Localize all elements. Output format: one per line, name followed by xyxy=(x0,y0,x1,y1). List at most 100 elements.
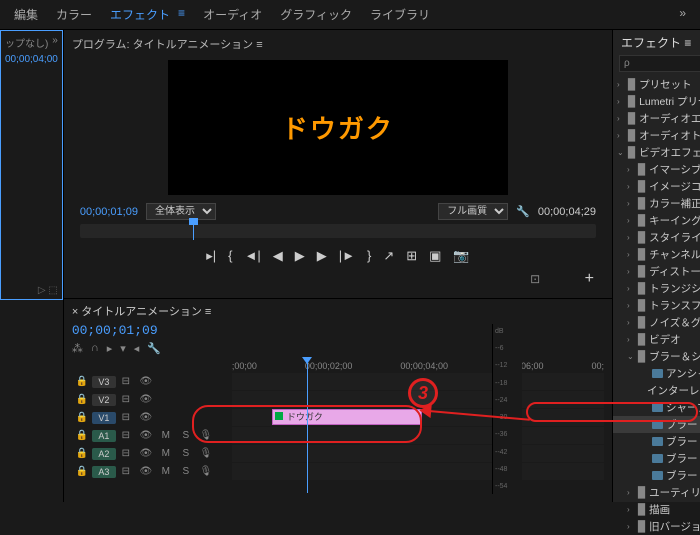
track-visibility[interactable]: 👁 xyxy=(136,394,156,405)
lock-icon[interactable]: 🔒 xyxy=(72,448,92,459)
effects-tree-item[interactable]: ›▉ユーティリティ xyxy=(613,484,700,501)
transport-button[interactable]: ⊞ xyxy=(406,248,417,264)
program-monitor[interactable]: ドウガク xyxy=(168,60,508,195)
chevron-icon[interactable]: › xyxy=(627,250,635,259)
lock-icon[interactable]: 🔒 xyxy=(72,376,92,387)
track-label[interactable]: V1 xyxy=(92,412,116,424)
chevron-icon[interactable]: › xyxy=(627,216,635,225)
chevron-icon[interactable]: › xyxy=(627,522,635,531)
solo-icon[interactable]: S xyxy=(176,466,196,477)
track-toggle[interactable]: ⊟ xyxy=(116,412,136,423)
timeline-ruler[interactable]: ;00;0000;00;02;0000;00;04;0000;00;06;000… xyxy=(72,361,604,371)
transport-button[interactable]: ↗ xyxy=(383,248,394,264)
effects-tree-item[interactable]: ブラー (チャンネル) xyxy=(613,433,700,450)
effects-tree-item[interactable]: ›▉カラー補正 xyxy=(613,195,700,212)
workspace-tab[interactable]: エフェクト xyxy=(110,6,170,23)
program-scrubber[interactable] xyxy=(80,224,596,238)
workspace-tab[interactable]: グラフィック xyxy=(280,6,352,23)
transport-button[interactable]: ▶ xyxy=(295,248,305,264)
track-label[interactable]: A1 xyxy=(92,430,116,442)
effects-tree-item[interactable]: アンシャープマスク xyxy=(613,365,700,382)
effects-tree-item[interactable]: ›▉オーディオトランジション xyxy=(613,127,700,144)
effects-tree-item[interactable]: ›▉ノイズ＆グレイン xyxy=(613,314,700,331)
chevron-icon[interactable]: › xyxy=(627,284,635,293)
mute-icon[interactable]: M xyxy=(156,448,176,459)
timeline-tc[interactable]: 00;00;01;09 xyxy=(72,323,604,338)
effects-search-input[interactable]: ρ xyxy=(619,55,700,72)
effects-tree-item[interactable]: ›▉チャンネル xyxy=(613,246,700,263)
effects-tree-item[interactable]: ブラー (合成) xyxy=(613,450,700,467)
transport-button[interactable]: 📷 xyxy=(453,248,469,264)
track-label[interactable]: A2 xyxy=(92,448,116,460)
mic-icon[interactable]: 🎙 xyxy=(196,448,216,459)
track-toggle[interactable]: ⊟ xyxy=(116,394,136,405)
transport-button[interactable]: ◀ xyxy=(273,248,283,264)
effects-tree-item[interactable]: ›▉イメージコントロール xyxy=(613,178,700,195)
track-toggle[interactable]: ⊟ xyxy=(116,376,136,387)
workspace-tab[interactable]: 編集 xyxy=(14,6,38,23)
lock-icon[interactable]: 🔒 xyxy=(72,394,92,405)
effects-tree-item[interactable]: ›▉トランスフォーム xyxy=(613,297,700,314)
timeline-title[interactable]: × タイトルアニメーション ≡ xyxy=(72,303,604,319)
quality-select[interactable]: フル画質 xyxy=(438,203,508,220)
mute-icon[interactable]: M xyxy=(156,466,176,477)
lock-icon[interactable]: 🔒 xyxy=(72,430,92,441)
tab-menu-icon[interactable]: ≡ xyxy=(178,6,185,23)
chevron-icon[interactable]: › xyxy=(627,488,635,497)
effects-tree-item[interactable]: ›▉プリセット xyxy=(613,76,700,93)
effects-tree-item[interactable]: ›▉Lumetri プリセット xyxy=(613,93,700,110)
effects-tree-item[interactable]: シャープ xyxy=(613,399,700,416)
workspace-tab[interactable]: カラー xyxy=(56,6,92,23)
effects-tree-item[interactable]: ›▉キーイング xyxy=(613,212,700,229)
solo-icon[interactable]: S xyxy=(176,448,196,459)
track-toggle[interactable]: ⊟ xyxy=(116,466,136,477)
overflow-icon[interactable]: » xyxy=(679,6,686,23)
track-visibility[interactable]: 👁 xyxy=(136,376,156,387)
chevron-icon[interactable]: › xyxy=(617,114,625,123)
effects-tree-item[interactable]: ›▉イマーシブビデオ xyxy=(613,161,700,178)
chevron-icon[interactable]: › xyxy=(627,199,635,208)
track-label[interactable]: V2 xyxy=(92,394,116,406)
timeline-tools[interactable]: ⁂∩▸▾◂🔧 xyxy=(72,342,604,355)
transport-button[interactable]: ▣ xyxy=(429,248,441,264)
transport-button[interactable]: ◄| xyxy=(244,248,260,264)
safe-margins-icon[interactable]: ⊡ xyxy=(530,272,540,286)
track-lane[interactable] xyxy=(232,427,604,444)
track-visibility[interactable]: 👁 xyxy=(136,412,156,423)
track-label[interactable]: A3 xyxy=(92,466,116,478)
track-label[interactable]: V3 xyxy=(92,376,116,388)
chevron-icon[interactable]: › xyxy=(627,267,635,276)
transport-button[interactable]: { xyxy=(228,248,232,264)
track-visibility[interactable]: 👁 xyxy=(136,466,156,477)
transport-button[interactable]: |► xyxy=(339,248,355,264)
workspace-tab[interactable]: ライブラリ xyxy=(370,6,430,23)
lock-icon[interactable]: 🔒 xyxy=(72,466,92,477)
chevron-icon[interactable]: › xyxy=(627,233,635,242)
workspace-tab[interactable]: オーディオ xyxy=(203,6,262,23)
track-toggle[interactable]: ⊟ xyxy=(116,448,136,459)
transport-button[interactable]: ▶ xyxy=(317,248,327,264)
chevron-icon[interactable]: › xyxy=(627,318,635,327)
solo-icon[interactable]: S xyxy=(176,430,196,441)
effects-tree-item[interactable]: ›▉トランジション xyxy=(613,280,700,297)
zoom-select[interactable]: 全体表示 xyxy=(146,203,216,220)
chevron-icon[interactable]: ⌄ xyxy=(617,148,625,157)
effects-tree-item[interactable]: ⌄▉ビデオエフェクト xyxy=(613,144,700,161)
collapse-icon[interactable]: » xyxy=(52,35,58,50)
mic-icon[interactable]: 🎙 xyxy=(196,430,216,441)
timeline-playhead[interactable] xyxy=(307,363,308,493)
effects-tree-item[interactable]: ブラー (ガウス) xyxy=(613,416,700,433)
effects-tree-item[interactable]: ›▉ビデオ xyxy=(613,331,700,348)
timeline-clip[interactable]: ドウガク xyxy=(272,409,422,425)
program-current-tc[interactable]: 00;00;01;09 xyxy=(80,206,138,218)
track-lane[interactable] xyxy=(232,463,604,480)
chevron-icon[interactable]: › xyxy=(617,80,625,89)
lock-icon[interactable]: 🔒 xyxy=(72,412,92,423)
track-visibility[interactable]: 👁 xyxy=(136,430,156,441)
effects-tree-item[interactable]: ›▉スタイライズ xyxy=(613,229,700,246)
effects-tree-item[interactable]: ›▉旧バージョン xyxy=(613,518,700,535)
mute-icon[interactable]: M xyxy=(156,430,176,441)
chevron-icon[interactable]: › xyxy=(617,97,625,106)
effects-tree-item[interactable]: ブラー (方向) xyxy=(613,467,700,484)
chevron-icon[interactable]: › xyxy=(627,505,635,514)
